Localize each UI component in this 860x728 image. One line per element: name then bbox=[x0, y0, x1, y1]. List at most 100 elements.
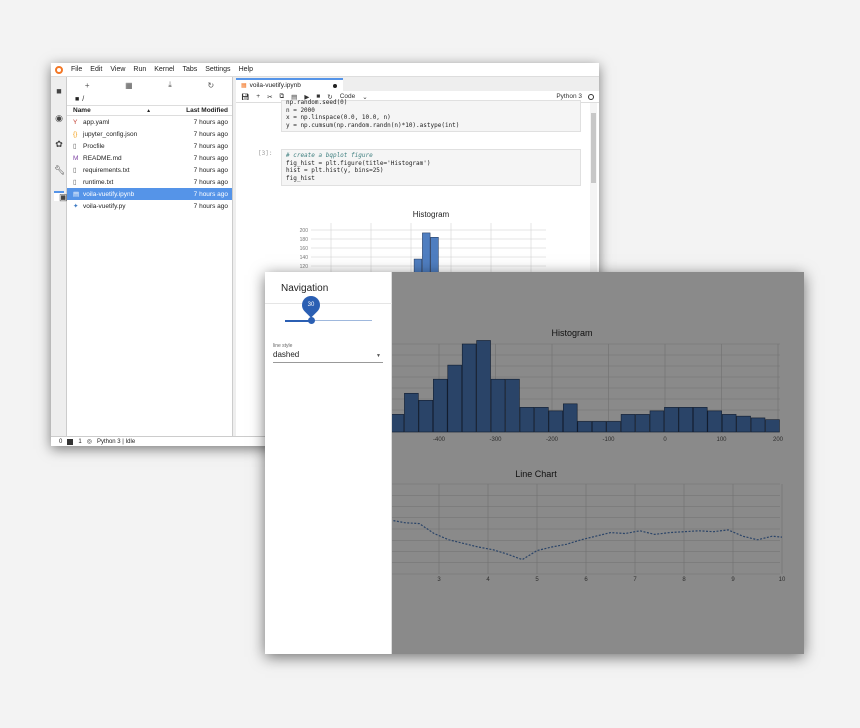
code-comment: # create a bqplot figure bbox=[286, 152, 373, 159]
menu-tabs[interactable]: Tabs bbox=[178, 66, 201, 73]
cell-prompt: [3]: bbox=[258, 150, 273, 157]
folder-icon: ■ bbox=[75, 95, 80, 103]
unsaved-dot-icon[interactable] bbox=[333, 84, 337, 88]
menu-bar: File Edit View Run Kernel Tabs Settings … bbox=[51, 63, 599, 77]
file-modified: 7 hours ago bbox=[193, 154, 228, 162]
python-icon: ✦ bbox=[73, 203, 79, 210]
wrench-icon[interactable]: 🔧︎ bbox=[54, 165, 65, 175]
file-modified: 7 hours ago bbox=[193, 130, 228, 138]
file-modified: 7 hours ago bbox=[193, 190, 228, 198]
terminal-icon bbox=[67, 438, 74, 445]
navigation-title: Navigation bbox=[281, 283, 329, 294]
insert-cell-icon[interactable]: + bbox=[256, 93, 260, 100]
file-modified: 7 hours ago bbox=[193, 142, 228, 150]
breadcrumb-root[interactable]: / bbox=[82, 96, 84, 103]
file-row[interactable]: ▯ requirements.txt 7 hours ago bbox=[67, 164, 232, 176]
modified-column-header[interactable]: Last Modified bbox=[186, 107, 228, 114]
file-row[interactable]: Yapp.yaml 7 hours ago bbox=[67, 116, 232, 128]
scrollbar-thumb[interactable] bbox=[591, 113, 596, 183]
file-modified: 7 hours ago bbox=[193, 118, 228, 126]
refresh-icon[interactable]: ↻ bbox=[207, 81, 214, 90]
slider-value: 30 bbox=[307, 302, 315, 308]
y-tick-label: 120 bbox=[300, 264, 309, 270]
menu-edit[interactable]: Edit bbox=[86, 66, 106, 73]
file-icon: ▯ bbox=[73, 179, 77, 186]
new-launcher-icon[interactable]: + bbox=[85, 81, 90, 90]
code-line: np.random.seed(0) bbox=[286, 99, 348, 106]
breadcrumb: ■ / bbox=[67, 93, 232, 105]
file-row[interactable]: ▯ runtime.txt 7 hours ago bbox=[67, 176, 232, 188]
code-line: hist = plt.hist(y, bins=25) bbox=[286, 167, 384, 174]
notebook-icon: ▦ bbox=[241, 83, 247, 89]
line-style-label: line style bbox=[273, 343, 293, 349]
dropdown-arrow-icon[interactable]: ▼ bbox=[376, 353, 381, 359]
markdown-icon: M bbox=[73, 154, 79, 162]
slider-thumb[interactable] bbox=[308, 317, 315, 324]
y-tick-label: 160 bbox=[300, 246, 309, 252]
line-style-value: dashed bbox=[273, 350, 300, 359]
kernel-status-icon bbox=[588, 93, 594, 100]
cut-icon[interactable]: ✂ bbox=[267, 93, 272, 101]
file-row[interactable]: ✦ voila-vuetify.py 7 hours ago bbox=[67, 200, 232, 212]
y-tick-label: 180 bbox=[300, 237, 309, 243]
menu-view[interactable]: View bbox=[106, 66, 129, 73]
file-browser-toolbar: + ▦ ⤓ ↻ bbox=[67, 77, 232, 93]
palette-icon[interactable]: ✿ bbox=[54, 139, 64, 149]
code-line: fig_hist = plt.figure(title='Histogram') bbox=[286, 159, 431, 167]
upload-icon[interactable]: ⤓ bbox=[168, 80, 172, 90]
file-name: README.md bbox=[83, 154, 122, 162]
file-name: Procfile bbox=[83, 142, 105, 150]
running-icon[interactable]: ◉ bbox=[54, 113, 64, 123]
file-icon: ▯ bbox=[73, 143, 77, 150]
divider bbox=[265, 303, 392, 304]
yaml-icon: Y bbox=[73, 118, 78, 126]
menu-kernel[interactable]: Kernel bbox=[150, 66, 178, 73]
notebook-icon: ▤ bbox=[73, 191, 80, 198]
code-line: x = np.linspace(0.0, 10.0, n) bbox=[286, 114, 391, 121]
jupyter-logo-icon bbox=[51, 63, 67, 77]
status-count-left: 0 bbox=[59, 438, 63, 445]
file-list: Yapp.yaml 7 hours ago {} jupyter_config.jso… bbox=[67, 116, 232, 212]
chart-title: Histogram bbox=[413, 210, 450, 219]
y-tick-label: 140 bbox=[300, 255, 309, 261]
menu-settings[interactable]: Settings bbox=[201, 66, 234, 73]
save-icon[interactable]: 💾︎ bbox=[241, 93, 249, 101]
menu-run[interactable]: Run bbox=[129, 66, 150, 73]
tab-bar: ▦ voila-vuetify.ipynb bbox=[233, 77, 599, 91]
status-count-mid: 1 bbox=[78, 438, 82, 445]
code-line: y = np.cumsum(np.random.randn(n)*10).ast… bbox=[286, 121, 460, 129]
file-list-header: Name ▲ Last Modified bbox=[67, 105, 232, 116]
file-name: runtime.txt bbox=[83, 178, 114, 186]
tabs-icon[interactable]: ▣ bbox=[54, 191, 68, 202]
menu-file[interactable]: File bbox=[67, 66, 86, 73]
new-folder-icon[interactable]: ▦ bbox=[125, 81, 133, 90]
name-column-header[interactable]: Name bbox=[73, 107, 146, 114]
navigation-drawer: Navigation 30 line style dashed ▼ bbox=[265, 272, 392, 654]
code-line: n = 2000 bbox=[286, 106, 315, 114]
globe-icon: ◎ bbox=[86, 439, 92, 445]
sort-arrow-icon[interactable]: ▲ bbox=[146, 108, 186, 114]
file-name: app.yaml bbox=[83, 118, 110, 126]
code-cell-2[interactable]: # create a bqplot figure fig_hist = plt.… bbox=[281, 149, 581, 186]
file-modified: 7 hours ago bbox=[193, 202, 228, 210]
file-name: jupyter_config.json bbox=[83, 130, 138, 138]
file-modified: 7 hours ago bbox=[193, 178, 228, 186]
folder-icon[interactable]: ■ bbox=[54, 86, 64, 96]
y-tick-label: 200 bbox=[300, 228, 309, 234]
menu-help[interactable]: Help bbox=[235, 66, 257, 73]
line-style-select[interactable]: dashed ▼ bbox=[273, 350, 383, 363]
file-row[interactable]: {} jupyter_config.json 7 hours ago bbox=[67, 128, 232, 140]
file-row[interactable]: M README.md 7 hours ago bbox=[67, 152, 232, 164]
tab-notebook[interactable]: ▦ voila-vuetify.ipynb bbox=[236, 78, 343, 91]
file-browser: + ▦ ⤓ ↻ ■ / Name ▲ Last Modified Yapp.ya… bbox=[67, 77, 233, 436]
file-row[interactable]: ▤ voila-vuetify.ipynb 7 hours ago bbox=[67, 188, 232, 200]
json-icon: {} bbox=[73, 130, 78, 138]
tab-title: voila-vuetify.ipynb bbox=[249, 82, 301, 89]
file-row[interactable]: ▯ Procfile 7 hours ago bbox=[67, 140, 232, 152]
file-name: voila-vuetify.ipynb bbox=[83, 190, 135, 198]
kernel-status: Python 3 | Idle bbox=[96, 438, 136, 445]
left-sidebar: ■ ◉ ✿ 🔧︎ ▣ bbox=[51, 77, 68, 436]
code-cell-1[interactable]: np.random.seed(0) n = 2000 x = np.linspa… bbox=[281, 99, 581, 132]
voila-window: [ -400-300-200-1000100200Histogram 34567… bbox=[265, 272, 804, 654]
file-modified: 7 hours ago bbox=[193, 166, 228, 174]
